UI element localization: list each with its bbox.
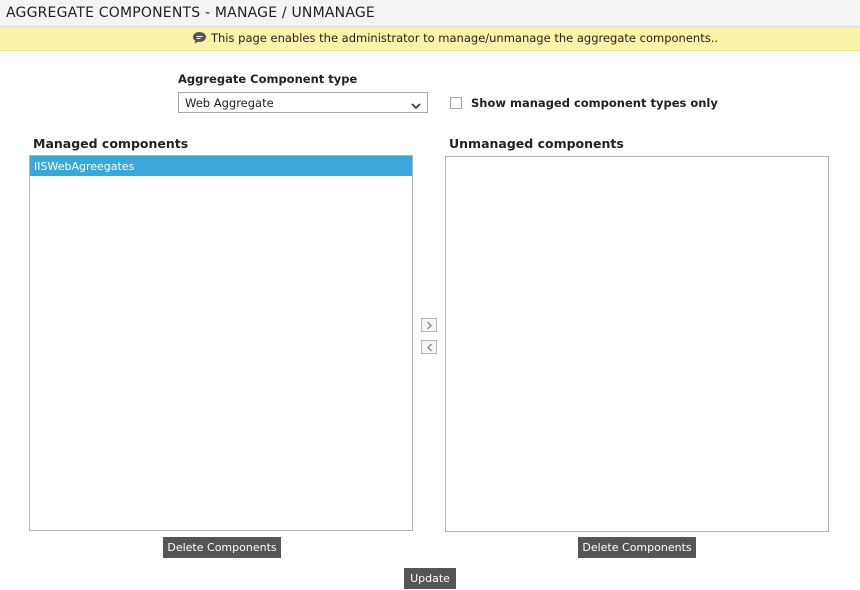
managed-heading: Managed components bbox=[33, 136, 189, 151]
list-item[interactable]: IISWebAgreegates bbox=[30, 156, 412, 176]
delete-unmanaged-button[interactable]: Delete Components bbox=[578, 537, 696, 558]
page-title: AGGREGATE COMPONENTS - MANAGE / UNMANAGE bbox=[6, 5, 375, 21]
chevron-down-icon bbox=[411, 99, 421, 113]
component-type-value: Web Aggregate bbox=[185, 96, 274, 110]
delete-managed-button[interactable]: Delete Components bbox=[163, 537, 281, 558]
component-type-label: Aggregate Component type bbox=[178, 72, 358, 86]
move-right-button[interactable] bbox=[421, 318, 437, 332]
unmanaged-listbox[interactable] bbox=[445, 156, 829, 532]
update-button[interactable]: Update bbox=[404, 568, 456, 589]
unmanaged-heading: Unmanaged components bbox=[449, 136, 624, 151]
show-managed-checkbox[interactable] bbox=[450, 97, 462, 109]
managed-listbox[interactable]: IISWebAgreegates bbox=[29, 155, 413, 531]
component-type-select[interactable]: Web Aggregate bbox=[178, 92, 428, 113]
move-left-button[interactable] bbox=[421, 340, 437, 354]
page-header: AGGREGATE COMPONENTS - MANAGE / UNMANAGE bbox=[0, 0, 860, 27]
show-managed-label: Show managed component types only bbox=[471, 96, 718, 110]
speech-bubble-icon bbox=[192, 31, 207, 45]
info-banner: This page enables the administrator to m… bbox=[0, 27, 860, 51]
info-text: This page enables the administrator to m… bbox=[210, 31, 719, 45]
